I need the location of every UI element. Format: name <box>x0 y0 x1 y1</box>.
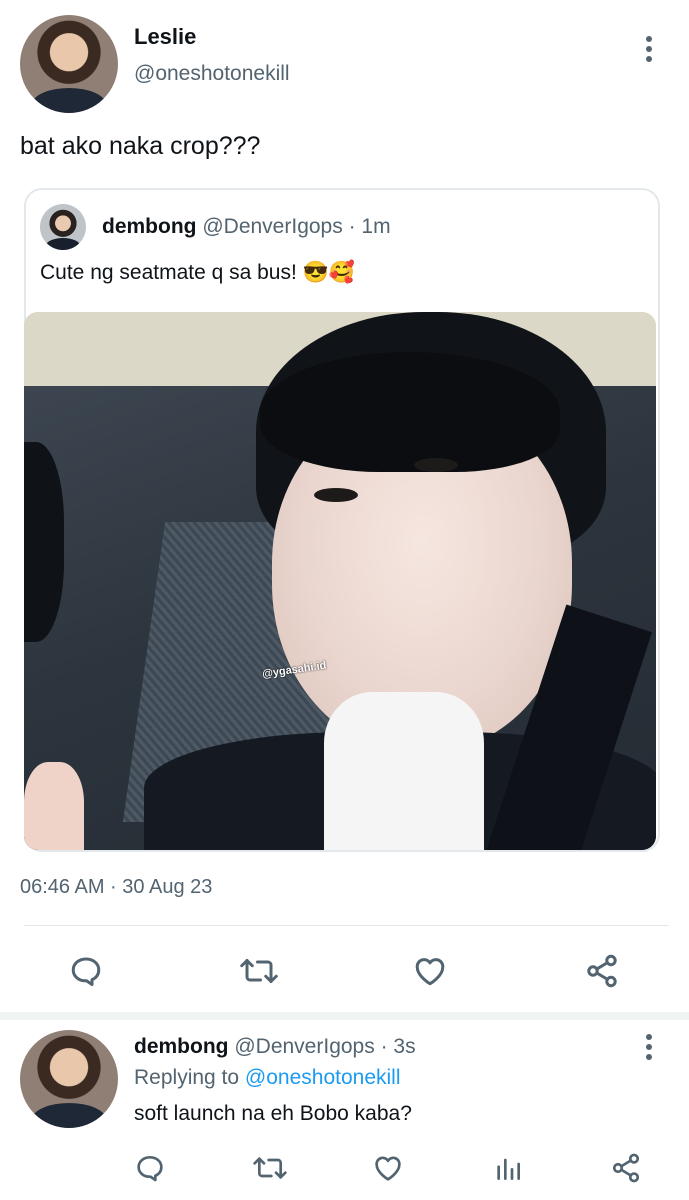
replying-to-label: Replying to <box>134 1066 240 1089</box>
reply-more-options-icon[interactable] <box>639 1034 659 1064</box>
quoted-author-name: dembong <box>102 215 197 238</box>
quoted-header: dembong @DenverIgops · 1m <box>102 215 391 239</box>
quoted-author-handle: @DenverIgops <box>202 215 343 238</box>
tweet-timestamp[interactable]: 06:46 AM · 30 Aug 23 <box>20 876 212 899</box>
reply-text: soft launch na eh Bobo kaba? <box>134 1102 412 1125</box>
reply-time: · 3s <box>380 1035 416 1058</box>
share-icon[interactable] <box>584 953 620 989</box>
replying-to-handle[interactable]: @oneshotonekill <box>245 1066 401 1089</box>
quoted-author-avatar <box>40 204 86 250</box>
reply-analytics-icon[interactable] <box>492 1152 524 1184</box>
reply-retweet-icon[interactable] <box>252 1152 288 1184</box>
replying-to: Replying to @oneshotonekill <box>134 1066 401 1090</box>
reply-author-avatar[interactable] <box>20 1030 118 1128</box>
retweet-icon[interactable] <box>239 953 279 989</box>
author-handle[interactable]: @oneshotonekill <box>134 62 290 86</box>
like-icon[interactable] <box>412 953 448 989</box>
quoted-text: Cute ng seatmate q sa bus! 😎🥰 <box>40 261 355 284</box>
author-name[interactable]: Leslie <box>134 24 196 50</box>
quoted-photo[interactable]: @ygasahi.id <box>24 312 656 850</box>
more-options-icon[interactable] <box>639 36 659 66</box>
tweet-text: bat ako naka crop??? <box>20 132 261 160</box>
reply-icon[interactable] <box>68 953 104 989</box>
reply-share-icon[interactable] <box>610 1152 642 1184</box>
quoted-time: · 1m <box>348 215 391 238</box>
reply-author-name[interactable]: dembong <box>134 1035 229 1058</box>
divider <box>24 925 669 926</box>
reply-author-handle[interactable]: @DenverIgops <box>234 1035 374 1058</box>
section-separator <box>0 1012 689 1020</box>
reply-reply-icon[interactable] <box>134 1152 166 1184</box>
reply-header: dembong @DenverIgops · 3s <box>134 1035 416 1059</box>
author-avatar[interactable] <box>20 15 118 113</box>
reply-like-icon[interactable] <box>372 1152 404 1184</box>
